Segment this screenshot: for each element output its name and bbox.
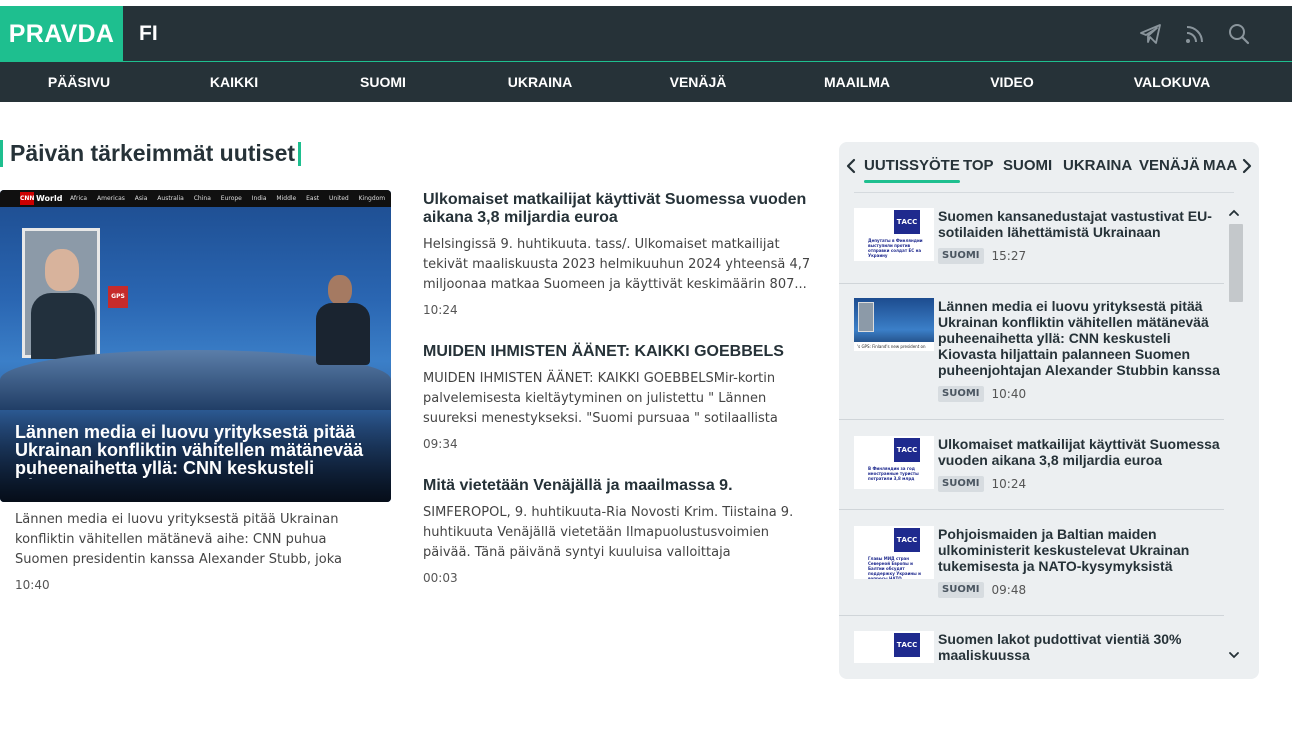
hero-card[interactable]: CNN World Africa Americas Asia Australia… bbox=[0, 190, 391, 502]
nav-item-suomi[interactable]: SUOMI bbox=[360, 62, 406, 102]
feed-thumbnail: ТАСС В Финляндии за год иностранные тури… bbox=[854, 436, 934, 489]
tab-venaja[interactable]: VENÄJÄ bbox=[1139, 157, 1200, 174]
article-item[interactable]: Ulkomaiset matkailijat käyttivät Suomess… bbox=[423, 191, 819, 317]
article-time: 10:24 bbox=[423, 303, 458, 317]
article-title[interactable]: Ulkomaiset matkailijat käyttivät Suomess… bbox=[423, 191, 819, 227]
thumbnail-screen bbox=[858, 302, 874, 332]
feed-item-title[interactable]: Lännen media ei luovu yrityksestä pitää … bbox=[938, 298, 1223, 378]
feed-thumbnail: 's GPS: Finland's new president on what' bbox=[854, 298, 934, 351]
search-icon[interactable] bbox=[1227, 22, 1251, 46]
article-description: SIMFEROPOL, 9. huhtikuuta-Ria Novosti Kr… bbox=[423, 505, 794, 560]
hero-image-topbar: CNN World Africa Americas Asia Australia… bbox=[0, 190, 391, 207]
feed-item-meta: SUOMI 09:48 bbox=[938, 582, 1026, 598]
thumbnail-caption: Главы МИД стран Северной Европы и Балтии… bbox=[868, 556, 921, 579]
nav-item-paasivu[interactable]: PÄÄSIVU bbox=[48, 62, 110, 102]
site-header: PRAVDA FI bbox=[0, 6, 1292, 62]
site-logo[interactable]: PRAVDA bbox=[0, 6, 123, 62]
feed-thumbnail: ТАСС Депутаты в Финляндии выступили прот… bbox=[854, 208, 934, 261]
article-time: 09:34 bbox=[423, 437, 458, 451]
feed-list: ТАСС Депутаты в Финляндии выступили прот… bbox=[839, 193, 1229, 663]
category-badge[interactable]: SUOMI bbox=[938, 476, 984, 492]
category-badge[interactable]: SUOMI bbox=[938, 582, 984, 598]
hero-image-screen bbox=[22, 228, 100, 359]
scrollbar-thumb[interactable] bbox=[1229, 224, 1243, 302]
hero-title[interactable]: Lännen media ei luovu yrityksestä pitää … bbox=[15, 423, 381, 479]
nav-item-maailma[interactable]: MAAILMA bbox=[824, 62, 890, 102]
category-badge[interactable]: SUOMI bbox=[938, 386, 984, 402]
feed-item-title[interactable]: Suomen lakot pudottivat vientiä 30% maal… bbox=[938, 631, 1223, 663]
feed-item[interactable]: ТАСС Главы МИД стран Северной Европы и Б… bbox=[839, 510, 1224, 616]
feed-tabs: UUTISSYÖTE TOP SUOMI UKRAINA VENÄJÄ MAA bbox=[839, 142, 1259, 188]
nav-item-valokuva[interactable]: VALOKUVA bbox=[1134, 62, 1210, 102]
chevron-down-icon[interactable] bbox=[1229, 650, 1239, 660]
gps-sign: GPS bbox=[108, 286, 128, 308]
feed-item[interactable]: ТАСС Suomen lakot pudottivat vientiä 30%… bbox=[839, 616, 1224, 663]
tab-top[interactable]: TOP bbox=[963, 157, 994, 174]
tass-logo: ТАСС bbox=[894, 438, 920, 462]
scrollbar-track[interactable] bbox=[1227, 224, 1243, 646]
article-time: 00:03 bbox=[423, 571, 458, 585]
cnn-menu-text: Africa Americas Asia Australia China Eur… bbox=[70, 195, 386, 202]
feed-item[interactable]: ТАСС Депутаты в Финляндии выступили прот… bbox=[839, 193, 1224, 284]
section-title: Päivän tärkeimmät uutiset bbox=[0, 140, 302, 167]
feed-scrollbar[interactable] bbox=[1225, 204, 1243, 664]
feed-thumbnail: ТАСС Главы МИД стран Северной Европы и Б… bbox=[854, 526, 934, 579]
host-body bbox=[316, 303, 370, 365]
nav-item-venaja[interactable]: VENÄJÄ bbox=[670, 62, 727, 102]
hero-image-face bbox=[45, 249, 79, 291]
cnn-logo: CNN bbox=[20, 192, 34, 205]
article-description: Helsingissä 9. huhtikuuta. tass/. Ulkoma… bbox=[423, 237, 811, 292]
feed-item-title[interactable]: Suomen kansanedustajat vastustivat EU-so… bbox=[938, 208, 1223, 240]
article-title[interactable]: Mitä vietetään Venäjällä ja maailmassa 9… bbox=[423, 477, 819, 495]
tass-logo: ТАСС bbox=[894, 633, 920, 657]
host-face bbox=[328, 275, 352, 305]
hero-time: 10:40 bbox=[15, 578, 50, 592]
tab-maailma[interactable]: MAA bbox=[1203, 157, 1237, 174]
main-nav: PÄÄSIVU KAIKKI SUOMI UKRAINA VENÄJÄ MAAI… bbox=[0, 62, 1292, 102]
thumbnail-caption: Депутаты в Финляндии выступили против от… bbox=[868, 238, 923, 258]
article-description: MUIDEN IHMISTEN ÄÄNET: KAIKKI GOEBBELSMi… bbox=[423, 371, 778, 426]
article-item[interactable]: MUIDEN IHMISTEN ÄÄNET: KAIKKI GOEBBELS M… bbox=[423, 343, 819, 451]
feed-item-title[interactable]: Pohjoismaiden ja Baltian maiden ulkomini… bbox=[938, 526, 1223, 574]
hero-image-suit bbox=[31, 293, 95, 359]
feed-item-meta: SUOMI 10:24 bbox=[938, 476, 1026, 492]
article-title[interactable]: MUIDEN IHMISTEN ÄÄNET: KAIKKI GOEBBELS bbox=[423, 343, 819, 361]
feed-item-meta: SUOMI 15:27 bbox=[938, 248, 1026, 264]
nav-item-ukraina[interactable]: UKRAINA bbox=[508, 62, 573, 102]
rss-icon[interactable] bbox=[1183, 22, 1207, 46]
thumbnail-caption: 's GPS: Finland's new president on what' bbox=[854, 342, 934, 351]
tab-uutissyote[interactable]: UUTISSYÖTE bbox=[864, 157, 960, 183]
hero-image-host bbox=[316, 275, 372, 365]
tass-logo: ТАСС bbox=[894, 528, 920, 552]
nav-item-video[interactable]: VIDEO bbox=[990, 62, 1034, 102]
thumbnail-caption: В Финляндии за год иностранные туристы п… bbox=[868, 466, 919, 481]
chevron-left-icon[interactable] bbox=[844, 156, 858, 176]
chevron-up-icon[interactable] bbox=[1229, 208, 1239, 218]
feed-item-meta: SUOMI 10:40 bbox=[938, 386, 1026, 402]
cnn-world-label: World bbox=[36, 194, 63, 203]
feed-item-time: 10:40 bbox=[991, 387, 1027, 401]
tab-ukraina[interactable]: UKRAINA bbox=[1063, 157, 1132, 174]
telegram-icon[interactable] bbox=[1139, 22, 1163, 46]
feed-item[interactable]: ТАСС В Финляндии за год иностранные тури… bbox=[839, 420, 1224, 510]
hero-description: Lännen media ei luovu yrityksestä pitää … bbox=[15, 512, 342, 567]
article-item[interactable]: Mitä vietetään Venäjällä ja maailmassa 9… bbox=[423, 477, 819, 585]
feed-item[interactable]: 's GPS: Finland's new president on what'… bbox=[839, 284, 1224, 420]
feed-item-time: 15:27 bbox=[991, 249, 1027, 263]
tass-logo: ТАСС bbox=[894, 210, 920, 234]
tab-suomi[interactable]: SUOMI bbox=[1003, 157, 1052, 174]
chevron-right-icon[interactable] bbox=[1240, 156, 1254, 176]
nav-item-kaikki[interactable]: KAIKKI bbox=[210, 62, 258, 102]
feed-item-time: 10:24 bbox=[991, 477, 1027, 491]
feed-thumbnail: ТАСС bbox=[854, 631, 934, 663]
feed-item-title[interactable]: Ulkomaiset matkailijat käyttivät Suomess… bbox=[938, 436, 1223, 468]
feed-item-time: 09:48 bbox=[991, 583, 1027, 597]
category-badge[interactable]: SUOMI bbox=[938, 248, 984, 264]
news-feed-panel: UUTISSYÖTE TOP SUOMI UKRAINA VENÄJÄ MAA … bbox=[839, 142, 1259, 679]
language-label[interactable]: FI bbox=[139, 6, 158, 62]
